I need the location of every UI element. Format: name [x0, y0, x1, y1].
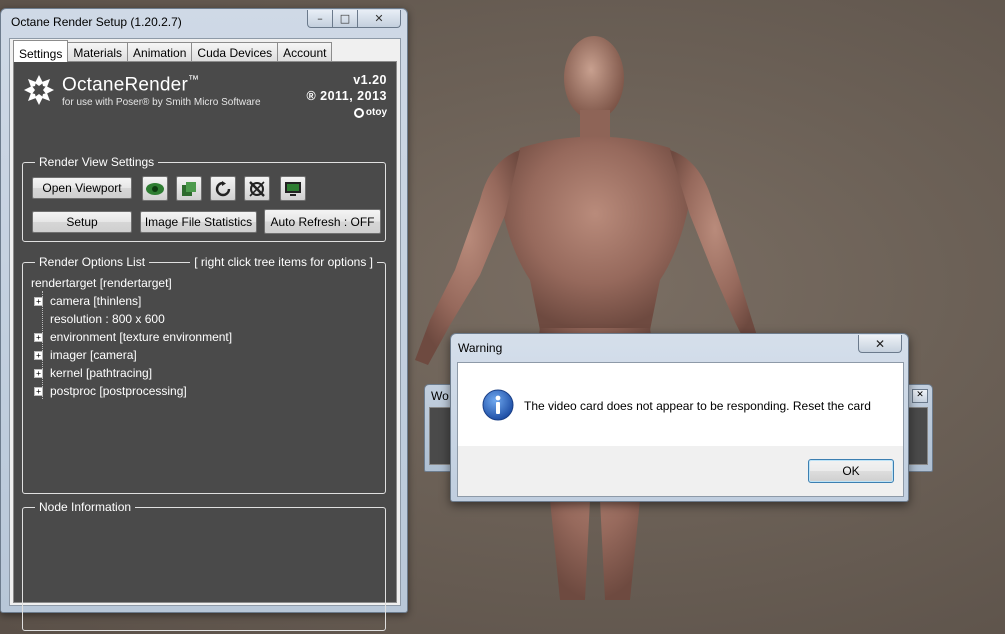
render-options-hint: [ right click tree items for options ] [190, 255, 377, 269]
background-window-title: Wo [431, 389, 449, 403]
brand-name: OctaneRender™ [62, 74, 200, 96]
monitor-button[interactable] [280, 176, 306, 201]
tree-item-environment[interactable]: environment [texture environment] [50, 329, 232, 345]
dialog-title: Warning [458, 341, 503, 355]
window-title: Octane Render Setup (1.20.2.7) [11, 15, 182, 29]
material-button[interactable] [176, 176, 202, 201]
minimize-button[interactable]: – [307, 10, 333, 28]
material-icon [182, 181, 196, 196]
dialog-body: The video card does not appear to be res… [457, 362, 904, 497]
brand-subtitle: for use with Poser® by Smith Micro Softw… [62, 97, 261, 108]
octane-render-setup-window: Octane Render Setup (1.20.2.7) – □ ✕ Set… [0, 8, 408, 631]
expand-kernel-icon[interactable]: + [34, 369, 43, 378]
eye-icon [146, 182, 164, 195]
render-options-group: Render Options List [ right click tree i… [22, 255, 386, 494]
tab-account[interactable]: Account [277, 42, 333, 61]
disable-icon [249, 180, 265, 197]
expand-postproc-icon[interactable]: + [34, 387, 43, 396]
maximize-button[interactable]: □ [333, 10, 358, 28]
maximize-icon: □ [339, 12, 351, 25]
dialog-close-button[interactable]: ✕ [858, 335, 902, 353]
image-file-statistics-button[interactable]: Image File Statistics [140, 211, 257, 233]
dialog-message: The video card does not appear to be res… [524, 399, 871, 413]
expand-environment-icon[interactable]: + [34, 333, 43, 342]
settings-panel: OctaneRender™ for use with Poser® by Smi… [13, 61, 397, 631]
auto-refresh-button[interactable]: Auto Refresh : OFF [264, 209, 381, 234]
tab-cuda-devices[interactable]: Cuda Devices [191, 42, 279, 61]
refresh-button[interactable] [210, 176, 236, 201]
window-client: Settings Materials Animation Cuda Device… [9, 38, 401, 631]
node-information-label: Node Information [35, 500, 136, 514]
close-icon: ✕ [374, 12, 384, 25]
otoy-logo: otoy [353, 107, 387, 118]
open-viewport-button[interactable]: Open Viewport [32, 177, 132, 199]
background-window-close-button[interactable]: ✕ [912, 389, 928, 403]
close-icon: ✕ [916, 390, 924, 400]
eye-button[interactable] [142, 176, 168, 201]
node-information-group: Node Information [22, 500, 386, 631]
tree-item-resolution[interactable]: resolution : 800 x 600 [50, 311, 165, 327]
minimize-icon: – [317, 12, 323, 25]
octane-logo-icon [24, 75, 54, 105]
copyright-label: ® 2011, 2013 [306, 89, 387, 103]
setup-button[interactable]: Setup [32, 211, 132, 233]
tree-item-kernel[interactable]: kernel [pathtracing] [50, 365, 152, 381]
ok-button[interactable]: OK [808, 459, 894, 483]
information-icon [482, 389, 514, 421]
otoy-mark-icon [353, 107, 364, 118]
warning-dialog: Warning ✕ The video card does not appear… [450, 333, 909, 502]
render-options-label: Render Options List [35, 255, 150, 269]
tree-item-imager[interactable]: imager [camera] [50, 347, 137, 363]
tree-root-rendertarget[interactable]: rendertarget [rendertarget] [31, 275, 172, 291]
tree-connector [42, 291, 43, 399]
expand-imager-icon[interactable]: + [34, 351, 43, 360]
tab-materials[interactable]: Materials [67, 42, 129, 61]
render-view-settings-label: Render View Settings [35, 155, 159, 169]
tree-item-camera[interactable]: camera [thinlens] [50, 293, 141, 309]
expand-camera-icon[interactable]: + [34, 297, 43, 306]
close-icon: ✕ [874, 336, 886, 351]
render-view-settings-group: Render View Settings Open Viewport Setup… [22, 155, 386, 242]
tab-strip: Settings Materials Animation Cuda Device… [13, 40, 333, 62]
tree-item-postproc[interactable]: postproc [postprocessing] [50, 383, 187, 399]
version-label: v1.20 [353, 73, 387, 87]
dialog-footer: OK [458, 446, 903, 496]
disable-button[interactable] [244, 176, 270, 201]
tab-animation[interactable]: Animation [127, 42, 193, 61]
tab-settings[interactable]: Settings [13, 40, 69, 62]
monitor-icon [285, 181, 301, 196]
close-button[interactable]: ✕ [358, 10, 401, 28]
caption-buttons: – □ ✕ [307, 10, 401, 28]
refresh-icon [215, 180, 231, 196]
